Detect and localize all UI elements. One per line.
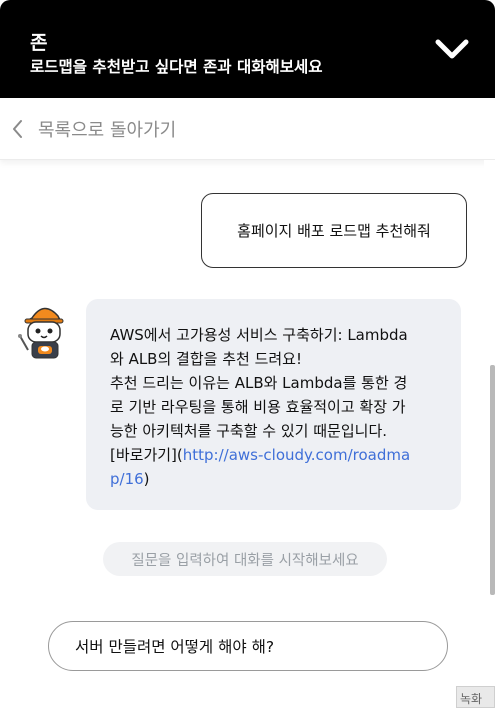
link-suffix: ) — [143, 470, 150, 488]
bot-message-line: AWS에서 고가용성 서비스 구축하기: Lambda — [110, 326, 408, 344]
roadmap-link-continued[interactable]: p/16 — [110, 470, 144, 488]
bot-message-link-line: [바로가기](http://aws-cloudy.com/roadma — [110, 443, 439, 467]
scrollbar-thumb[interactable] — [490, 365, 495, 595]
bot-message-line: 로 기반 라우팅을 통해 비용 효율적이고 확장 가 — [110, 398, 406, 416]
bot-name: 존 — [30, 32, 48, 54]
user-message-text: 홈페이지 배포 로드맵 추천해줘 — [237, 222, 431, 240]
chevron-left-icon — [13, 119, 22, 138]
start-chat-hint: 질문을 입력하여 대화를 시작해보세요 — [103, 542, 387, 576]
bot-message-line: 추천 드리는 이유는 ALB와 Lambda를 통한 경 — [110, 374, 408, 392]
chevron-down-icon[interactable] — [433, 32, 471, 66]
bot-message-line: 능한 아키텍처를 구축할 수 있기 때문입니다. — [110, 422, 388, 440]
link-prefix: [바로가기]( — [110, 446, 183, 464]
bot-message-line: 와 ALB의 결합을 추천 드려요! — [110, 350, 302, 368]
user-message: 홈페이지 배포 로드맵 추천해줘 — [201, 193, 467, 268]
bot-message-link-line: p/16) — [110, 467, 439, 491]
record-badge[interactable]: 녹화 — [456, 686, 495, 708]
header-subtitle: 로드맵을 추천받고 싶다면 존과 대화해보세요 — [30, 58, 323, 76]
bot-avatar-icon — [18, 307, 64, 359]
chat-input[interactable]: 서버 만들려면 어떻게 해야 해? — [48, 621, 448, 671]
back-to-list-button[interactable]: 목록으로 돌아가기 — [0, 98, 495, 160]
roadmap-link[interactable]: http://aws-cloudy.com/roadma — [183, 446, 410, 464]
chat-input-value: 서버 만들려면 어떻게 해야 해? — [75, 638, 275, 656]
chat-header: 존 로드맵을 추천받고 싶다면 존과 대화해보세요 — [0, 0, 495, 98]
back-label: 목록으로 돌아가기 — [38, 119, 177, 141]
hint-text: 질문을 입력하여 대화를 시작해보세요 — [131, 552, 359, 569]
bot-message: AWS에서 고가용성 서비스 구축하기: Lambda 와 ALB의 결합을 추… — [86, 299, 461, 510]
